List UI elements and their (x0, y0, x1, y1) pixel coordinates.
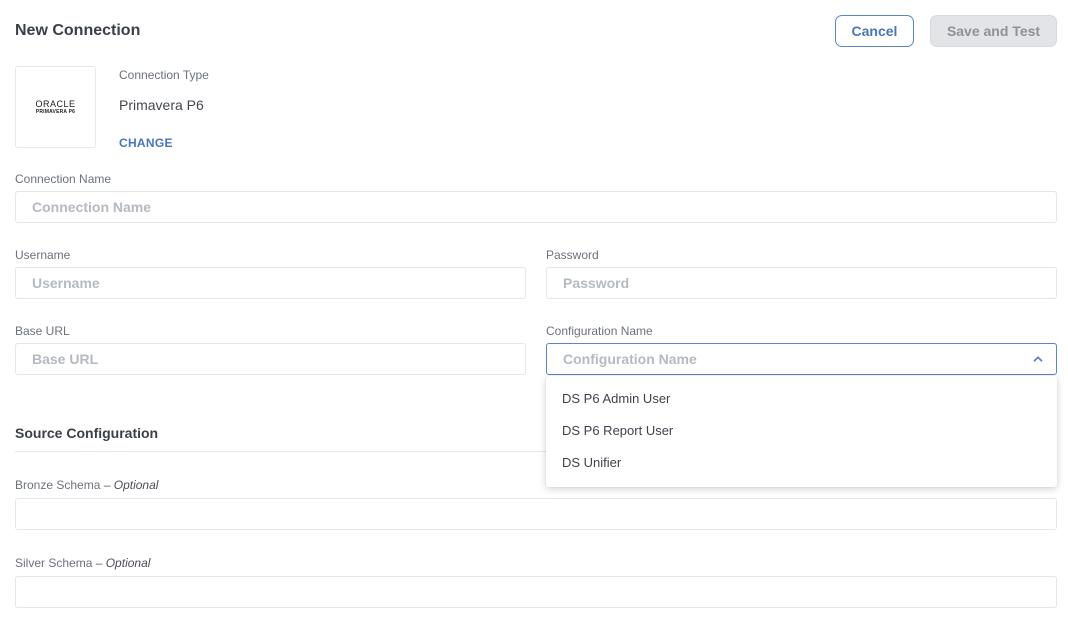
configuration-name-select[interactable]: Configuration Name (546, 343, 1057, 375)
bronze-schema-label-text: Bronze Schema (15, 478, 101, 492)
new-connection-page: New Connection Cancel Save and Test ORAC… (0, 0, 1068, 624)
configuration-name-label: Configuration Name (546, 324, 653, 338)
change-connection-type-link[interactable]: CHANGE (119, 136, 173, 150)
username-label: Username (15, 248, 71, 262)
configuration-name-placeholder: Configuration Name (563, 351, 697, 367)
connection-name-input[interactable] (15, 191, 1057, 223)
source-configuration-title: Source Configuration (15, 425, 159, 441)
cancel-button[interactable]: Cancel (835, 15, 914, 47)
oracle-logo-text: ORACLE (35, 98, 76, 109)
base-url-input[interactable] (15, 343, 526, 375)
bronze-schema-input[interactable] (15, 498, 1057, 530)
chevron-up-icon (1033, 356, 1043, 362)
password-label: Password (546, 248, 599, 262)
silver-schema-input[interactable] (15, 576, 1057, 608)
configuration-name-dropdown: DS P6 Admin User DS P6 Report User DS Un… (546, 376, 1057, 487)
save-and-test-button[interactable]: Save and Test (930, 15, 1057, 47)
connection-name-label: Connection Name (15, 172, 112, 186)
optional-marker: – Optional (103, 478, 159, 492)
dropdown-option[interactable]: DS Unifier (546, 446, 1057, 478)
connection-type-logo: ORACLE PRIMAVERA P6 (15, 66, 96, 148)
silver-schema-label-text: Silver Schema (15, 556, 93, 570)
primavera-logo-text: PRIMAVERA P6 (35, 108, 76, 115)
bronze-schema-label: Bronze Schema – Optional (15, 478, 158, 492)
connection-type-value: Primavera P6 (119, 97, 204, 113)
password-input[interactable] (546, 267, 1057, 299)
dropdown-option[interactable]: DS P6 Report User (546, 414, 1057, 446)
base-url-label: Base URL (15, 324, 70, 338)
dropdown-option[interactable]: DS P6 Admin User (546, 382, 1057, 414)
silver-schema-label: Silver Schema – Optional (15, 556, 150, 570)
page-title: New Connection (15, 22, 141, 39)
username-input[interactable] (15, 267, 526, 299)
connection-type-label: Connection Type (119, 68, 209, 82)
optional-marker: – Optional (95, 556, 151, 570)
